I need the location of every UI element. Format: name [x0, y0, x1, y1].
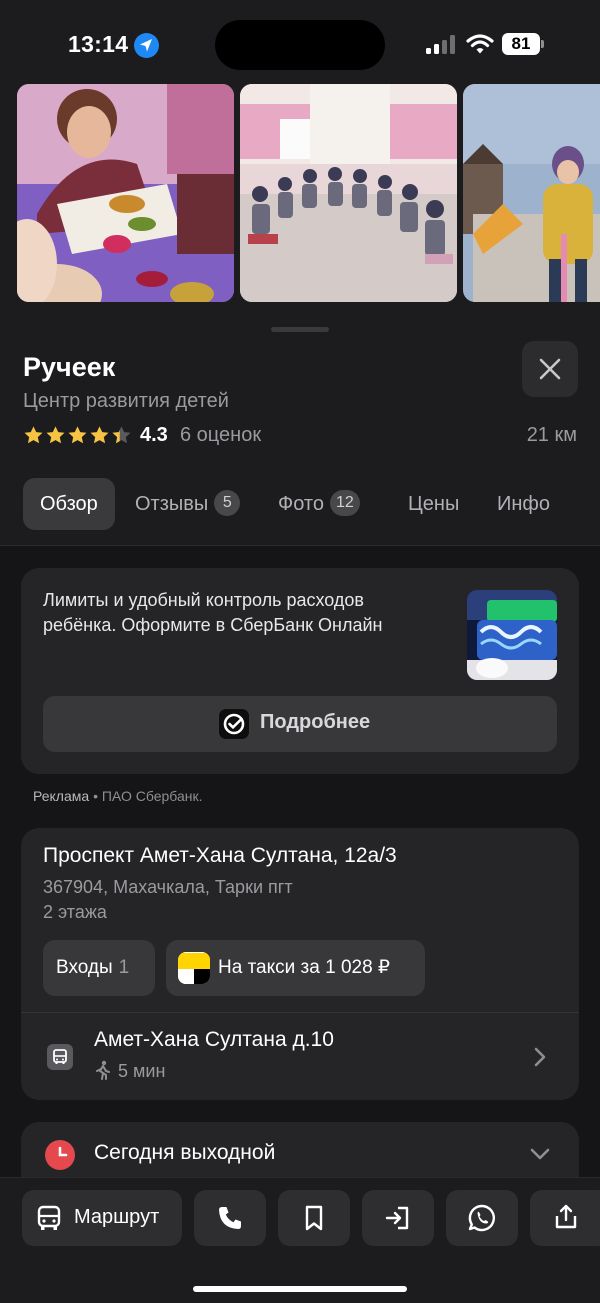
route-button[interactable]: Маршрут — [22, 1190, 182, 1246]
star-full-icon — [24, 426, 43, 444]
gallery-photo-2[interactable] — [240, 84, 457, 302]
place-category: Центр развития детей — [23, 390, 229, 412]
bottom-action-bar: Маршрут — [0, 1177, 600, 1303]
card-separator — [21, 1012, 579, 1013]
battery-tip — [541, 40, 544, 48]
bus-icon — [37, 1205, 61, 1230]
phone-icon — [219, 1207, 241, 1229]
rating-stars — [23, 425, 132, 446]
call-button[interactable] — [194, 1190, 266, 1246]
ad-card[interactable]: Лимиты и удобный контроль расходов ребён… — [21, 568, 579, 774]
entrances-label: Входы — [56, 957, 113, 978]
status-bar: 13:14 81 — [0, 0, 600, 84]
gallery-photo-1[interactable] — [17, 84, 234, 302]
sheet-grabber[interactable] — [271, 327, 329, 332]
location-arrow-icon — [134, 33, 159, 58]
address-locality: 367904, Махачкала, Тарки пгт — [43, 877, 293, 897]
chevron-right-icon — [534, 1047, 546, 1067]
share-button[interactable] — [530, 1190, 600, 1246]
hours-status: Сегодня выходной — [94, 1141, 276, 1164]
close-button[interactable] — [522, 341, 578, 397]
star-partial-icon — [112, 426, 131, 444]
star-full-icon — [68, 426, 87, 444]
clock-icon — [45, 1140, 75, 1170]
address-card: Проспект Амет-Хана Султана, 12а/3 367904… — [21, 828, 579, 1100]
tab-info[interactable]: Инфо — [497, 478, 550, 530]
tab-bar: Обзор Отзывы 5 Фото 12 Цены Инфо — [0, 478, 600, 530]
sign-in-icon — [385, 1206, 409, 1230]
whatsapp-button[interactable] — [446, 1190, 518, 1246]
entrances-count: 1 — [118, 957, 130, 978]
dynamic-island — [215, 20, 385, 70]
ad-image[interactable] — [467, 590, 557, 680]
whatsapp-icon — [468, 1204, 495, 1232]
star-full-icon — [46, 426, 65, 444]
share-icon — [555, 1204, 577, 1229]
bookmark-icon — [305, 1205, 323, 1231]
tab-prices[interactable]: Цены — [408, 478, 459, 530]
clock: 13:14 — [68, 31, 129, 57]
route-label: Маршрут — [74, 1206, 160, 1228]
tab-label: Цены — [408, 493, 460, 515]
yandex-taxi-icon — [178, 952, 210, 984]
tab-count-badge: 5 — [214, 489, 241, 516]
tab-reviews[interactable]: Отзывы 5 — [135, 478, 241, 530]
more-details-label: Подробнее — [260, 711, 371, 733]
taxi-button[interactable]: На такси за 1 028 ₽ — [166, 940, 425, 996]
more-details-button[interactable]: Подробнее — [43, 696, 557, 752]
wifi-icon — [466, 34, 494, 54]
taxi-label: На такси за 1 028 ₽ — [218, 957, 391, 978]
home-indicator[interactable] — [193, 1286, 407, 1292]
walking-time: 5 мин — [94, 1060, 165, 1082]
place-card-sheet: Ручеек Центр развития детей 4.3 6 оценок… — [0, 310, 600, 1303]
transit-stop-name[interactable]: Амет-Хана Султана д.10 — [94, 1028, 334, 1052]
gallery-photo-3[interactable] — [463, 84, 600, 302]
enter-button[interactable] — [362, 1190, 434, 1246]
tab-count-badge: 12 — [329, 489, 360, 516]
tab-label: Фото — [278, 493, 324, 515]
rating-row[interactable]: 4.3 6 оценок 21 км — [23, 423, 583, 449]
bus-stop-icon — [47, 1044, 73, 1070]
bookmark-button[interactable] — [278, 1190, 350, 1246]
address-street[interactable]: Проспект Амет-Хана Султана, 12а/3 — [43, 844, 397, 868]
distance: 21 км — [526, 424, 577, 446]
ad-text: Лимиты и удобный контроль расходов ребён… — [43, 590, 383, 635]
tab-label: Инфо — [497, 493, 550, 515]
ad-advertiser: ПАО Сбербанк. — [101, 788, 203, 804]
rating-count[interactable]: 6 оценок — [180, 424, 261, 447]
tab-label: Отзывы — [135, 493, 209, 515]
ad-label: Реклама — [33, 788, 90, 804]
close-icon — [539, 358, 561, 380]
tab-label: Обзор — [40, 493, 98, 515]
cellular-signal-icon — [426, 34, 456, 54]
entrances-button[interactable]: Входы 1 — [43, 940, 155, 996]
ad-caption: Реклама • ПАО Сбербанк. — [33, 788, 203, 804]
battery-indicator: 81 — [502, 33, 540, 55]
place-title: Ручеек — [23, 352, 116, 382]
chevron-down-icon — [530, 1148, 550, 1160]
star-full-icon — [90, 426, 109, 444]
address-floors: 2 этажа — [43, 902, 107, 922]
tab-overview[interactable]: Обзор — [23, 478, 115, 530]
rating-value: 4.3 — [140, 424, 168, 446]
walking-person-icon — [96, 1060, 110, 1080]
photo-gallery[interactable] — [0, 84, 600, 302]
ad-caption-separator: • — [93, 788, 98, 804]
tab-photos[interactable]: Фото 12 — [278, 478, 360, 530]
walking-time-value: 5 мин — [118, 1061, 166, 1081]
sberbank-logo-icon — [218, 708, 250, 740]
